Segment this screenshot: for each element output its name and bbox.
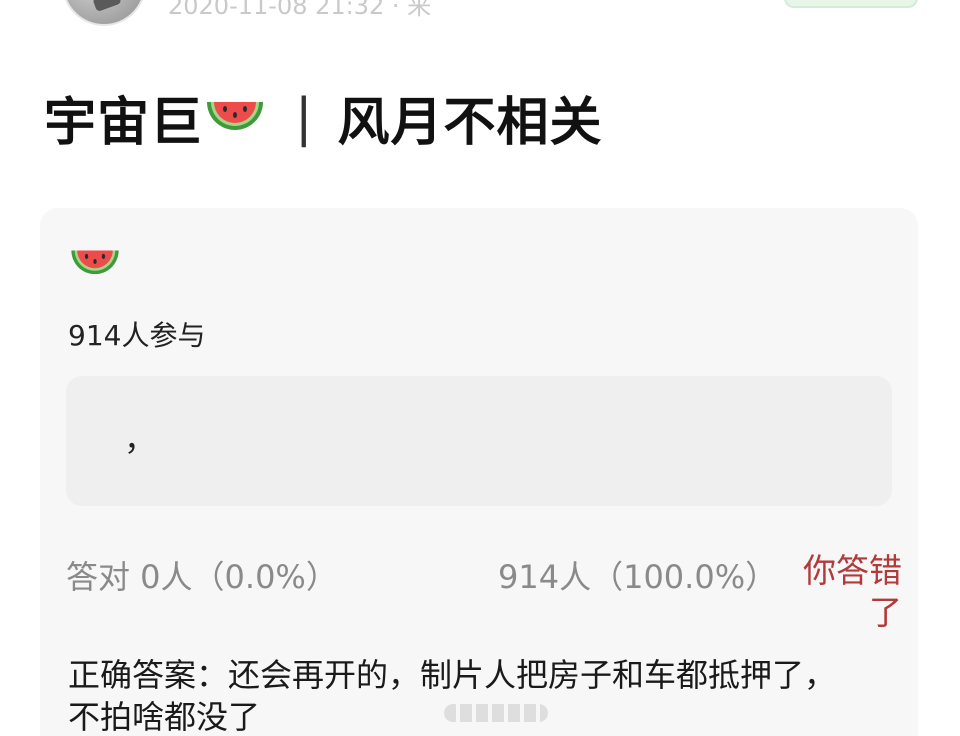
correct-answer: 正确答案：还会再开的，制片人把房子和车都抵押了，不拍啥都没了 bbox=[68, 656, 837, 736]
weibo-post-page: 2020-11-08 21:32 · 来 宇宙巨 | 风月不相关 914人参与 … bbox=[0, 0, 960, 736]
author-avatar[interactable] bbox=[62, 0, 146, 26]
post-title: 宇宙巨 | 风月不相关 bbox=[44, 80, 603, 155]
watermark bbox=[444, 704, 548, 722]
quiz-option-text: ， bbox=[124, 420, 157, 458]
quiz-card: 914人参与 ， 答对 0人（0.0%） 914人（100.0%） 你答错了 正… bbox=[40, 208, 918, 736]
title-right-text: 风月不相关 bbox=[337, 93, 603, 153]
title-left-text: 宇宙巨 bbox=[44, 93, 204, 153]
follow-button[interactable] bbox=[784, 0, 918, 8]
title-separator: | bbox=[295, 87, 314, 148]
result-label: 你答错了 bbox=[803, 551, 902, 632]
post-meta: 2020-11-08 21:32 · 来 bbox=[168, 0, 432, 20]
watermelon-icon bbox=[68, 242, 122, 286]
wrong-stat: 914人（100.0%） bbox=[498, 558, 778, 596]
post-header: 2020-11-08 21:32 · 来 bbox=[0, 0, 960, 40]
correct-stat: 答对 0人（0.0%） bbox=[66, 558, 338, 596]
watermelon-icon bbox=[203, 92, 267, 144]
participant-count: 914人参与 bbox=[68, 319, 206, 352]
quiz-option[interactable]: ， bbox=[66, 376, 892, 506]
